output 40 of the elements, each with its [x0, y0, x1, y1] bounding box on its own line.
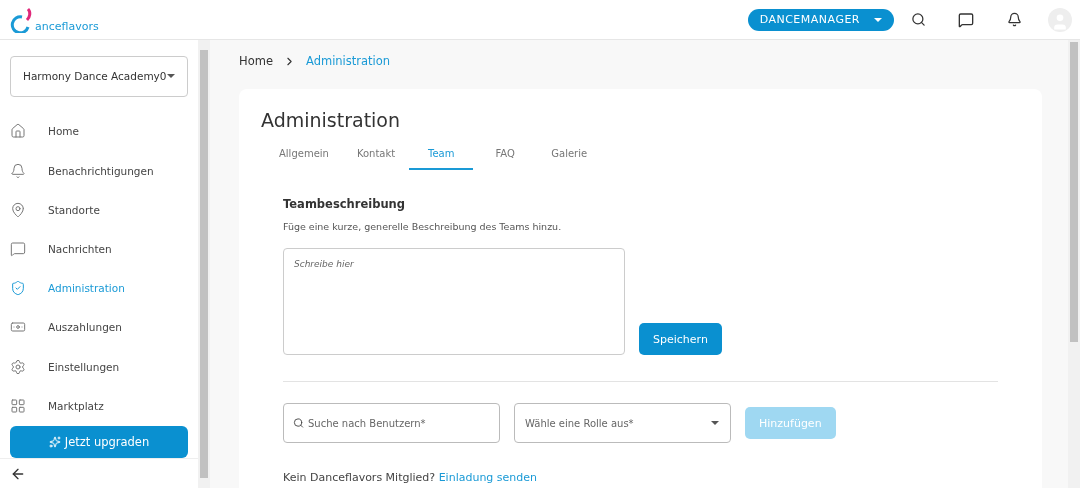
school-select[interactable]: Harmony Dance Academy0 — [10, 56, 188, 97]
sidebar-item[interactable]: Auszahlungen — [10, 307, 188, 347]
sidebar-item[interactable]: Marktplatz — [10, 386, 188, 426]
nav-icon — [10, 280, 26, 297]
sidebar-item[interactable]: Administration — [10, 268, 188, 308]
scrollbar[interactable] — [1070, 42, 1078, 342]
nav-icon — [10, 162, 26, 179]
tab[interactable]: Allgemein — [265, 148, 343, 170]
breadcrumb-link[interactable]: Home — [239, 54, 273, 68]
nav-icon — [10, 201, 26, 218]
sparkle-icon — [48, 436, 61, 449]
section-hint: Füge eine kurze, generelle Beschreibung des Teams hinzu. — [283, 221, 563, 232]
caret-icon — [711, 421, 719, 425]
save-button[interactable]: Speichern — [639, 323, 722, 355]
sidebar-item[interactable]: Standorte — [10, 190, 188, 230]
sidebar-item[interactable]: Benachrichtigungen — [10, 151, 188, 191]
description-field[interactable]: Schreibe hier — [283, 248, 625, 355]
nav-icon — [10, 240, 26, 257]
sidebar-item[interactable]: Home — [10, 111, 188, 151]
nav-icon — [10, 358, 26, 375]
tab[interactable]: Kontakt — [342, 148, 410, 170]
logo-text: anceflavors — [35, 19, 99, 33]
search-icon — [293, 417, 304, 429]
section-heading: Teambeschreibung — [283, 197, 406, 211]
invite-link[interactable]: Einladung senden — [438, 471, 538, 484]
nav-icon — [10, 123, 26, 140]
breadcrumb-current: Administration — [305, 54, 391, 68]
user-search-field[interactable]: Suche nach Benutzern* — [283, 403, 500, 443]
tab[interactable]: Galerie — [537, 148, 602, 170]
scrollbar[interactable] — [200, 50, 208, 478]
invite-text: Kein Danceflavors Mitglied? Einladung senden — [283, 471, 539, 484]
sidebar-item[interactable]: Nachrichten — [10, 229, 188, 269]
nav-icon — [10, 397, 26, 414]
role-dropdown-button[interactable]: DANCEMANAGER — [747, 8, 894, 31]
tab[interactable]: FAQ — [473, 148, 538, 170]
sidebar-item[interactable]: Einstellungen — [10, 346, 188, 387]
page-title: Administration — [261, 109, 402, 131]
tab[interactable]: Team — [409, 148, 474, 170]
upgrade-button[interactable]: Jetzt upgraden — [10, 426, 188, 459]
role-select[interactable]: Wähle eine Rolle aus* — [514, 403, 731, 443]
